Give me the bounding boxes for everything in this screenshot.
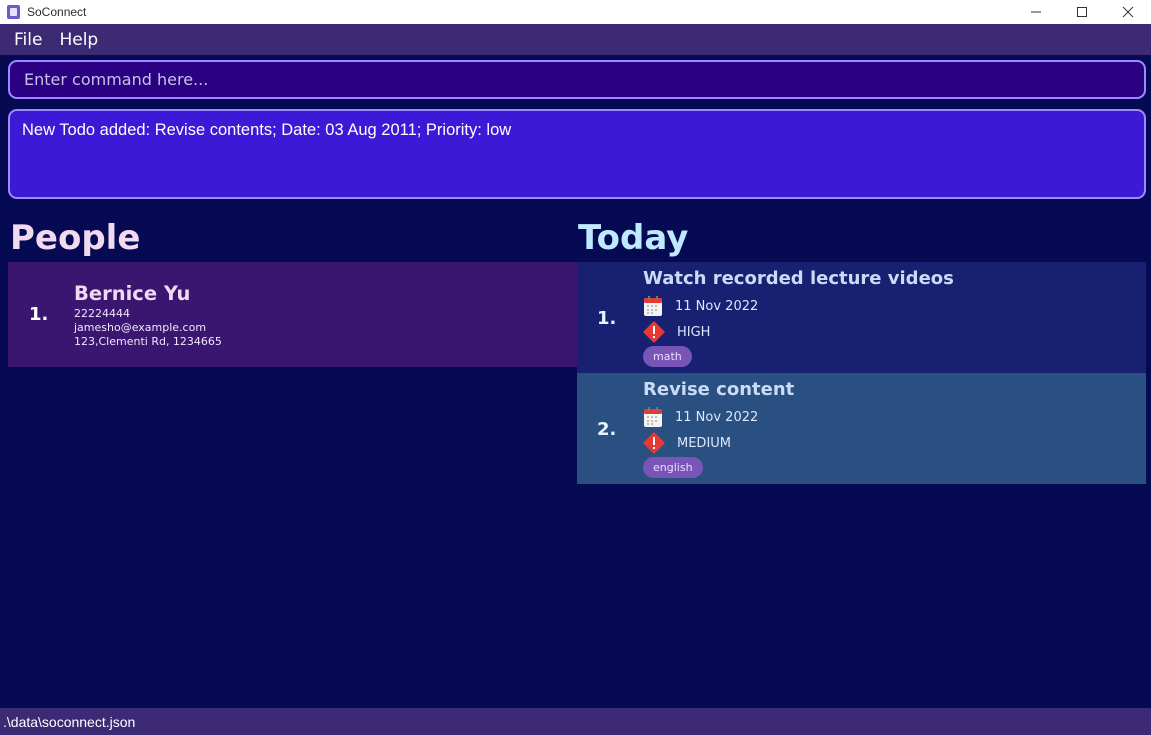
command-box	[8, 60, 1146, 99]
person-index: 1.	[29, 304, 49, 325]
todo-date-row: 11 Nov 2022	[643, 406, 758, 428]
window-controls	[1013, 0, 1151, 24]
menu-bar: File Help	[0, 24, 1151, 55]
maximize-button[interactable]	[1059, 0, 1105, 24]
person-card[interactable]: 1. Bernice Yu 22224444 jamesho@example.c…	[8, 262, 577, 367]
todo-priority: MEDIUM	[677, 435, 732, 451]
close-button[interactable]	[1105, 0, 1151, 24]
todo-title: Watch recorded lecture videos	[643, 268, 954, 289]
todo-tag: math	[643, 346, 692, 367]
todo-card[interactable]: 1. Watch recorded lecture videos 11 Nov …	[577, 262, 1146, 373]
todo-priority-row: MEDIUM	[643, 432, 731, 454]
result-text: New Todo added: Revise contents; Date: 0…	[22, 121, 512, 139]
status-file-path: .\data\soconnect.json	[3, 713, 136, 730]
minimize-button[interactable]	[1013, 0, 1059, 24]
menu-help[interactable]: Help	[49, 30, 105, 50]
calendar-icon	[644, 296, 662, 316]
close-icon	[1122, 6, 1134, 18]
people-heading: People	[10, 218, 141, 258]
window-title: SoConnect	[27, 5, 87, 19]
todo-date-row: 11 Nov 2022	[643, 295, 758, 317]
person-email: jamesho@example.com	[74, 321, 207, 334]
todo-priority-row: HIGH	[643, 321, 710, 343]
todo-date: 11 Nov 2022	[675, 298, 759, 314]
result-display: New Todo added: Revise contents; Date: 0…	[8, 109, 1146, 199]
priority-warning-icon	[643, 321, 665, 343]
todo-date: 11 Nov 2022	[675, 409, 759, 425]
todo-title: Revise content	[643, 379, 795, 400]
todo-index: 1.	[597, 308, 617, 329]
minimize-icon	[1031, 11, 1041, 13]
person-phone: 22224444	[74, 307, 130, 320]
calendar-icon	[644, 407, 662, 427]
priority-warning-icon	[643, 432, 665, 454]
person-address: 123,Clementi Rd, 1234665	[74, 335, 222, 348]
todo-tag: english	[643, 457, 703, 478]
todo-card[interactable]: 2. Revise content 11 Nov 2022 MEDIUM eng…	[577, 373, 1146, 484]
todo-index: 2.	[597, 419, 617, 440]
menu-file[interactable]: File	[7, 30, 49, 50]
person-name: Bernice Yu	[74, 282, 191, 305]
status-bar: .\data\soconnect.json	[0, 708, 1151, 735]
today-heading: Today	[578, 218, 689, 258]
todo-priority: HIGH	[677, 324, 711, 340]
app-logo-icon	[7, 5, 20, 19]
maximize-icon	[1077, 7, 1087, 17]
command-input[interactable]	[10, 62, 1144, 97]
title-bar: SoConnect	[0, 0, 1151, 24]
